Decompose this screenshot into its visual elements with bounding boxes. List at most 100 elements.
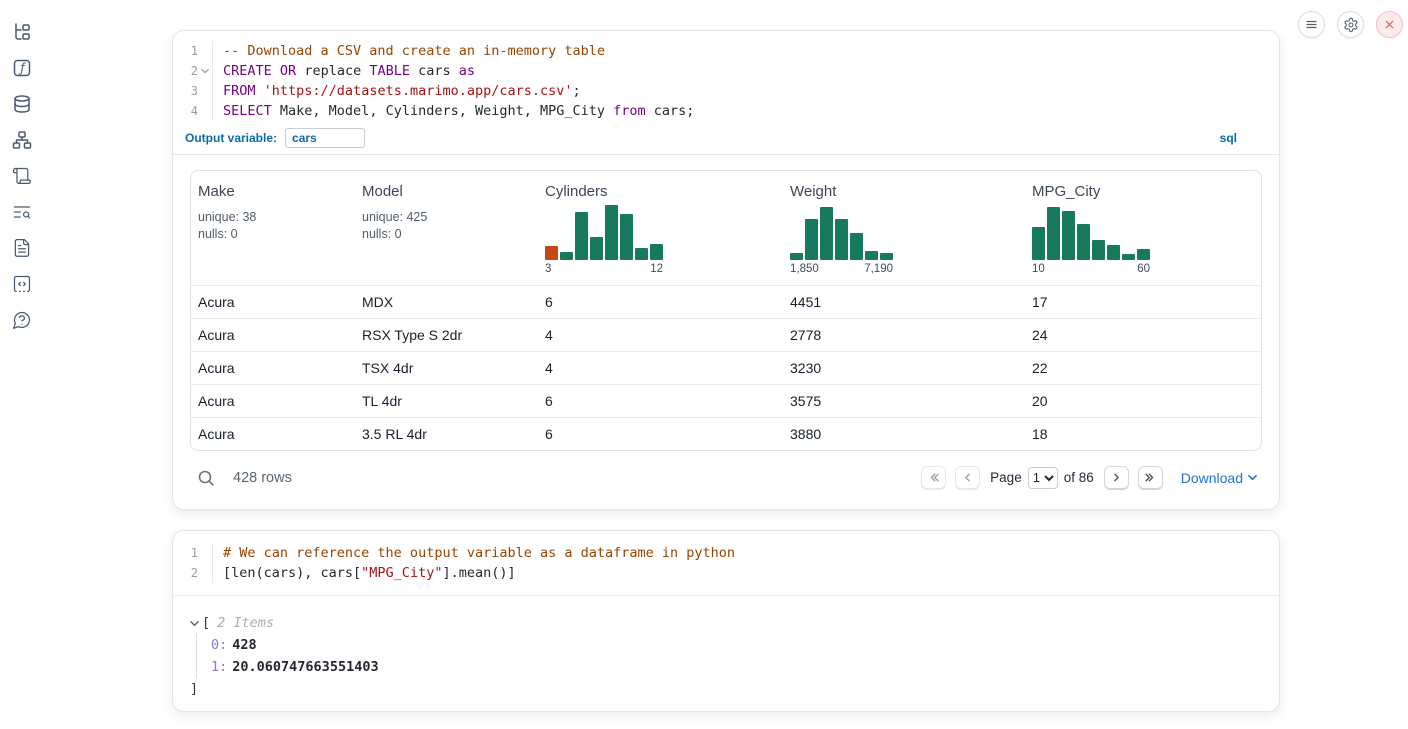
histogram-bar <box>635 248 648 260</box>
cell-model: TL 4dr <box>355 393 538 409</box>
table-row: Acura RSX Type S 2dr 4 2778 24 <box>191 318 1261 351</box>
collapse-chevron-icon[interactable] <box>190 620 202 627</box>
cell-make: Acura <box>191 294 355 310</box>
bracket-close: ] <box>190 678 1259 700</box>
cell-mpg-city: 24 <box>1025 327 1261 343</box>
page-select[interactable]: 1 <box>1028 467 1058 489</box>
mpg-city-histogram: 10 60 <box>1032 205 1150 275</box>
previous-page-button[interactable] <box>955 466 980 489</box>
code-text: -- Download a CSV and create an in-memor… <box>213 41 605 61</box>
histogram-bar <box>865 251 878 260</box>
column-header-cylinders[interactable]: Cylinders <box>545 183 783 200</box>
items-count: 2 Items <box>217 615 274 631</box>
row-count: 428 rows <box>233 470 292 486</box>
item-index: 0 <box>211 637 219 653</box>
function-square-icon[interactable]: ƒ <box>12 58 32 78</box>
menu-icon <box>1304 17 1319 32</box>
first-page-button[interactable] <box>921 466 946 489</box>
sql-cell: 1 -- Download a CSV and create an in-mem… <box>172 30 1280 510</box>
code-text: FROM 'https://datasets.marimo.app/cars.c… <box>213 81 581 101</box>
scroll-icon[interactable] <box>12 166 32 186</box>
cell-cylinders: 6 <box>538 294 783 310</box>
notebook-actions <box>1298 11 1403 38</box>
histogram-max-label: 12 <box>650 263 663 275</box>
code-line: 1 -- Download a CSV and create an in-mem… <box>173 41 1279 61</box>
download-button[interactable]: Download <box>1181 470 1257 486</box>
svg-text:ƒ: ƒ <box>18 61 26 75</box>
column-header-weight[interactable]: Weight <box>790 183 1025 200</box>
cell-cylinders: 4 <box>538 360 783 376</box>
help-icon[interactable] <box>12 310 32 330</box>
code-text: CREATE OR replace TABLE cars as <box>213 61 475 81</box>
table-header: Make unique: 38 nulls: 0 Model unique: 4… <box>191 171 1261 285</box>
language-badge[interactable]: sql <box>1220 131 1237 145</box>
cell-mpg-city: 20 <box>1025 393 1261 409</box>
menu-button[interactable] <box>1298 11 1325 38</box>
page-label: Page <box>990 470 1022 485</box>
pagination: Page 1 of 86 Download <box>921 466 1257 489</box>
list-item: 0:428 <box>211 634 1259 656</box>
line-number: 2 <box>176 61 198 81</box>
histogram-bar <box>850 233 863 261</box>
document-icon[interactable] <box>12 238 32 258</box>
database-icon[interactable] <box>12 94 32 114</box>
shutdown-button[interactable] <box>1376 11 1403 38</box>
close-icon <box>1383 18 1396 31</box>
column-header-make[interactable]: Make <box>198 183 355 200</box>
column-header-model[interactable]: Model <box>362 183 538 200</box>
list-item: 1:20.060747663551403 <box>211 656 1259 678</box>
cell-make: Acura <box>191 393 355 409</box>
chevrons-right-icon <box>1144 471 1157 484</box>
histogram-bar <box>805 219 818 260</box>
page-total: of 86 <box>1064 470 1094 485</box>
search-icon <box>197 469 215 487</box>
data-table: Make unique: 38 nulls: 0 Model unique: 4… <box>190 170 1262 451</box>
cell-mpg-city: 18 <box>1025 426 1261 442</box>
table-row: Acura 3.5 RL 4dr 6 3880 18 <box>191 417 1261 450</box>
settings-button[interactable] <box>1337 11 1364 38</box>
histogram-bar <box>605 205 618 260</box>
cell-weight: 3575 <box>783 393 1025 409</box>
sql-code-editor[interactable]: 1 -- Download a CSV and create an in-mem… <box>173 31 1279 121</box>
output-variable-label: Output variable: <box>185 131 277 145</box>
snippets-code-icon[interactable] <box>12 274 32 294</box>
last-page-button[interactable] <box>1138 466 1163 489</box>
code-line: 4 SELECT Make, Model, Cylinders, Weight,… <box>173 101 1279 121</box>
cell-model: TSX 4dr <box>355 360 538 376</box>
histogram-bar <box>560 252 573 260</box>
histogram-bar <box>790 253 803 260</box>
code-text: # We can reference the output variable a… <box>213 543 735 563</box>
histogram-bar <box>545 246 558 260</box>
next-page-button[interactable] <box>1104 466 1129 489</box>
table-row: Acura TSX 4dr 4 3230 22 <box>191 351 1261 384</box>
chevrons-left-icon <box>927 471 940 484</box>
cell-mpg-city: 22 <box>1025 360 1261 376</box>
output-variable-input[interactable] <box>285 128 365 148</box>
table-footer: 428 rows Page 1 of 86 Download <box>173 451 1279 509</box>
chevron-left-icon <box>961 471 974 484</box>
column-header-mpg-city[interactable]: MPG_City <box>1032 183 1261 200</box>
python-code-editor[interactable]: 1 # We can reference the output variable… <box>173 531 1279 595</box>
histogram-bar <box>1032 227 1045 260</box>
histogram-bar <box>1062 211 1075 261</box>
chevron-down-icon <box>1248 474 1257 481</box>
cell-model: 3.5 RL 4dr <box>355 426 538 442</box>
table-row: Acura TL 4dr 6 3575 20 <box>191 384 1261 417</box>
histogram-bar <box>1122 254 1135 260</box>
histogram-bar <box>620 214 633 260</box>
cell-weight: 3880 <box>783 426 1025 442</box>
fold-chevron-icon[interactable] <box>198 61 212 81</box>
file-tree-icon[interactable] <box>12 22 32 42</box>
logs-search-icon[interactable] <box>12 202 32 222</box>
dependency-graph-icon[interactable] <box>12 130 32 150</box>
histogram-bar <box>575 212 588 260</box>
cylinders-histogram: 3 12 <box>545 205 663 275</box>
line-number: 1 <box>176 41 198 61</box>
search-button[interactable] <box>197 469 215 487</box>
cell-make: Acura <box>191 426 355 442</box>
code-line: 2 CREATE OR replace TABLE cars as <box>173 61 1279 81</box>
histogram-max-label: 7,190 <box>864 263 893 275</box>
item-value: 20.060747663551403 <box>232 659 378 675</box>
column-stat: nulls: 0 <box>198 226 355 243</box>
cell-cylinders: 4 <box>538 327 783 343</box>
